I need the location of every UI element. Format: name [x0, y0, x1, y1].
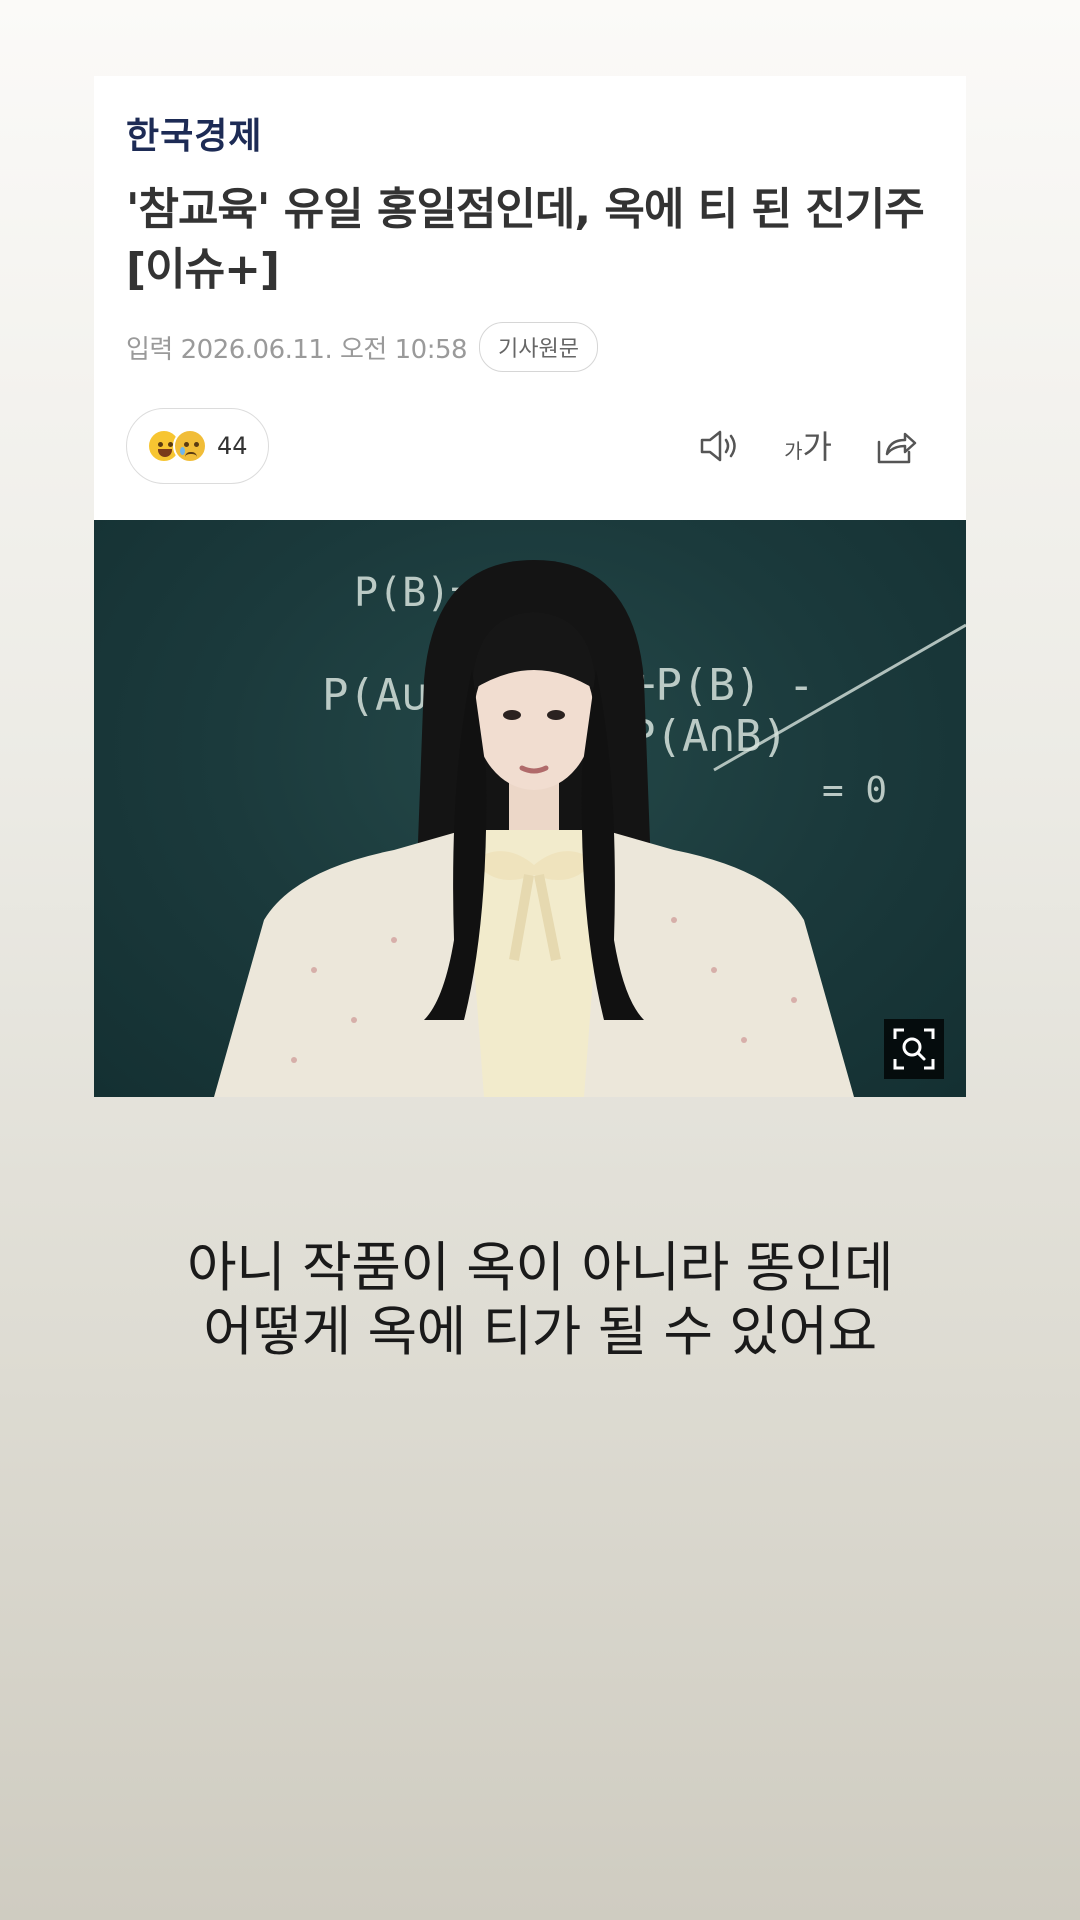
caption-line: 아니 작품이 옥이 아니라 똥인데: [187, 1236, 894, 1299]
published-timestamp: 입력 2026.06.11. 오전 10:58: [126, 334, 468, 365]
article-actions: 44 가가: [126, 408, 932, 484]
article-meta: 입력 2026.06.11. 오전 10:58 기사원문: [126, 322, 932, 372]
article-photo[interactable]: P(B)=? P(A∪ +P(B) - P(A∩B) = 0: [94, 520, 966, 1097]
caption-line: 어떻게 옥에 티가 될 수 있어요: [203, 1300, 877, 1363]
portrait-illustration: [214, 560, 966, 1097]
story-caption: 아니 작품이 옥이 아니라 똥인데 어떻게 옥에 티가 될 수 있어요: [0, 1236, 1080, 1364]
crying-emoji-icon: [173, 429, 207, 463]
font-size-large-label: 가: [802, 428, 832, 466]
zoom-search-icon[interactable]: [884, 1019, 944, 1079]
article-tools: 가가: [696, 422, 932, 470]
article-headline: '참교육' 유일 홍일점인데, 옥에 티 된 진기주 [이슈+]: [126, 184, 925, 295]
font-size-small-label: 가: [784, 439, 803, 463]
source-logo[interactable]: 한국경제: [126, 114, 932, 158]
share-icon[interactable]: [872, 422, 920, 470]
speaker-icon[interactable]: [696, 422, 744, 470]
reaction-count: 44: [217, 432, 248, 460]
original-article-button[interactable]: 기사원문: [479, 322, 599, 372]
reaction-emojis: [147, 429, 207, 463]
article-header: 한국경제 '참교육' 유일 홍일점인데, 옥에 티 된 진기주 [이슈+] 입력…: [94, 76, 966, 520]
news-article-card: 한국경제 '참교육' 유일 홍일점인데, 옥에 티 된 진기주 [이슈+] 입력…: [94, 76, 966, 1097]
font-size-icon[interactable]: 가가: [784, 422, 832, 470]
reaction-button[interactable]: 44: [126, 408, 269, 484]
